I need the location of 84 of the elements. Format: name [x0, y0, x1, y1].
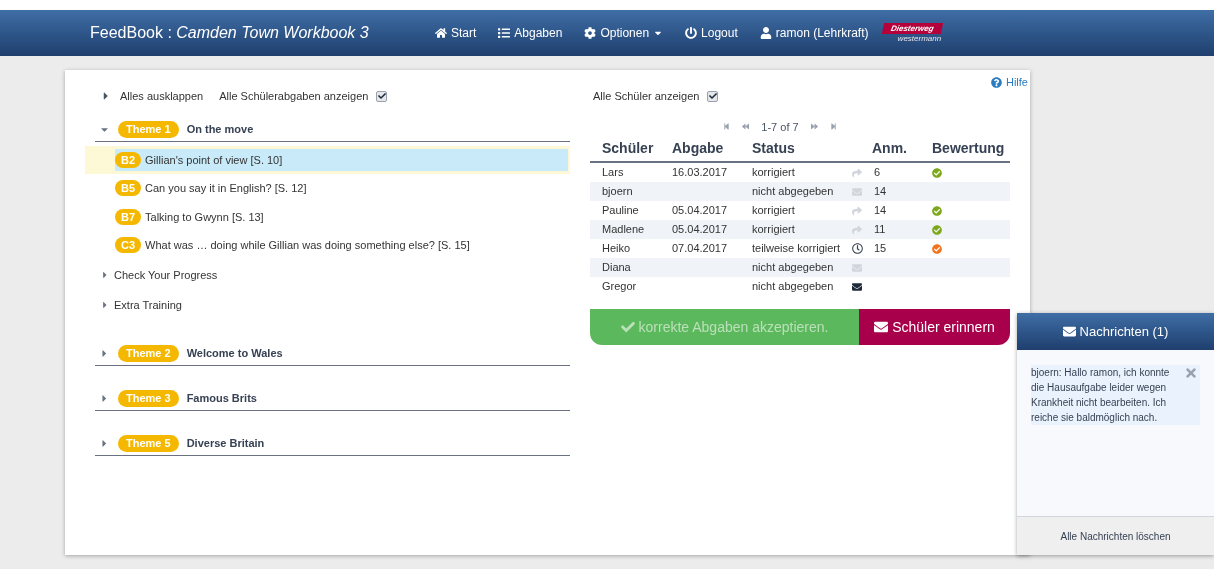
list-icon [498, 27, 511, 39]
task-title: Talking to Gwynn [S. 13] [145, 209, 264, 225]
user-icon [759, 27, 772, 39]
task-title: What was … doing while Gillian was doing something else? [S. 15] [145, 238, 470, 253]
task-item[interactable]: B7 Talking to Gwynn [S. 13] [115, 205, 568, 228]
task-badge: C3 [115, 237, 142, 254]
column-header[interactable]: Schüler [602, 138, 672, 159]
theme-badge: Theme 2 [118, 344, 179, 362]
table-cell-text: nicht abgegeben [752, 184, 835, 200]
table-cell-text: 05.04.2017 [672, 203, 729, 219]
home-icon [435, 27, 447, 39]
clear-messages-button[interactable]: Alle Nachrichten löschen [1017, 516, 1214, 555]
theme-badge: Theme 3 [118, 389, 179, 407]
table-cell-text: bjoern [602, 184, 634, 200]
column-header[interactable]: Status [752, 138, 872, 159]
power-icon [685, 27, 698, 39]
task-item[interactable]: B2 Gillian's point of view [S. 10] [115, 148, 568, 171]
table-cell-text: Gregor [602, 279, 638, 295]
theme-badge: Theme 1 [118, 120, 179, 138]
table-cell-text: 05.04.2017 [672, 222, 729, 238]
checkbox[interactable] [707, 90, 719, 102]
theme-badge: Theme 5 [118, 434, 179, 452]
nav-link[interactable]: ramon (Lehrkraft) [759, 24, 869, 42]
table-cell-text: teilweise korrigiert [752, 241, 842, 257]
table-cell-text: korrigiert [752, 165, 796, 181]
table-cell-text: 6 [873, 165, 882, 181]
mail-icon [874, 320, 889, 334]
table-cell-text: 07.04.2017 [672, 241, 729, 257]
previous-page-icon[interactable] [742, 123, 750, 131]
first-page-icon[interactable] [723, 123, 731, 131]
settings-icon [584, 27, 597, 39]
app-title[interactable]: FeedBook : Camden Town Workbook 3 [90, 21, 435, 45]
table-cell-text: Lars [602, 165, 625, 181]
nav-link[interactable]: Abgaben [498, 24, 563, 42]
checkbox[interactable] [376, 90, 388, 102]
table-cell-text: 16.03.2017 [672, 165, 729, 181]
column-header[interactable]: Abgabe [672, 138, 752, 159]
column-header[interactable]: Anm. [872, 138, 932, 159]
task-badge: B2 [115, 151, 142, 168]
clock-icon[interactable] [852, 243, 863, 254]
table-cell-text: nicht abgegeben [752, 260, 835, 276]
close-icon[interactable] [1184, 366, 1198, 380]
publisher-logo: Diesterweg westermann [882, 22, 942, 44]
table-cell-text: 14 [873, 203, 888, 219]
task-title: Gillian's point of view [S. 10] [145, 152, 283, 168]
task-badge: B5 [115, 180, 142, 197]
help-icon [991, 76, 1002, 88]
theme-title[interactable]: Famous Brits [186, 389, 257, 407]
nav-link[interactable]: Optionen [584, 24, 664, 42]
table-cell-text: 14 [873, 184, 888, 200]
message-text: bjoern: Hallo ramon, ich konnte die Hausaufgabe leider wegen Krankheit nicht bearbeiten. Ich reiche sie baldmöglich nach. [1031, 366, 1171, 425]
table-cell-text: korrigiert [752, 203, 796, 219]
theme-title[interactable]: Welcome to Wales [186, 344, 283, 362]
group-title[interactable]: Extra Training [114, 297, 182, 314]
table-cell-text: 11 [873, 222, 887, 238]
mail-icon[interactable] [852, 281, 862, 292]
column-header[interactable]: Bewertung [932, 138, 1022, 159]
messages-header[interactable]: Nachrichten (1) [1017, 313, 1214, 350]
mail-icon [1062, 325, 1076, 338]
table-cell-text: 15 [873, 241, 888, 257]
table-cell-text: Pauline [602, 203, 640, 219]
task-item[interactable]: B5 Can you say it in English? [S. 12] [115, 177, 568, 200]
table-cell-text: Madlene [602, 222, 646, 238]
last-page-icon[interactable] [829, 123, 837, 131]
checkbox-label: Alle Schülerabgaben anzeigen [219, 89, 369, 104]
table-cell-text: nicht abgegeben [752, 279, 835, 295]
task-item[interactable]: C3 What was … doing while Gillian was doing something else? [S. 15] [115, 234, 568, 257]
table-cell-text: Diana [602, 260, 632, 276]
task-badge: B7 [115, 208, 142, 225]
check-icon [620, 320, 635, 334]
theme-title[interactable]: On the move [186, 120, 254, 138]
table-cell-text: korrigiert [752, 222, 796, 238]
next-page-icon[interactable] [810, 123, 818, 131]
nav-link[interactable]: Start [435, 24, 477, 42]
pager-label: 1-7 of 7 [761, 119, 799, 135]
help-link[interactable]: Hilfe [991, 74, 1028, 91]
task-title: Can you say it in English? [S. 12] [145, 181, 307, 196]
theme-title[interactable]: Diverse Britain [186, 434, 265, 452]
checkbox-label: Alle Schüler anzeigen [593, 89, 700, 104]
table-cell-text: Heiko [602, 241, 632, 257]
remind-button[interactable]: Schüler erinnern [859, 309, 1010, 345]
nav-link[interactable]: Logout [685, 24, 738, 42]
expand-all-link[interactable]: Alles ausklappen [120, 88, 204, 105]
group-title[interactable]: Check Your Progress [114, 266, 218, 283]
